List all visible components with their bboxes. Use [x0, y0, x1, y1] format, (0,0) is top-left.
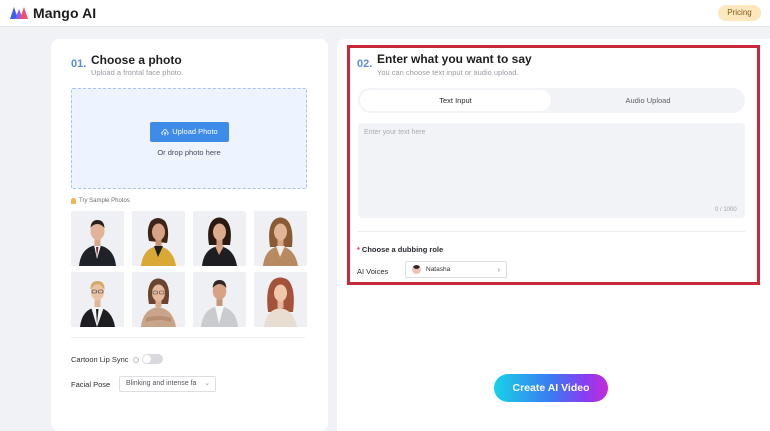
upload-photo-button[interactable]: Upload Photo — [150, 122, 229, 142]
step-number-2: 02. — [357, 58, 373, 70]
info-icon[interactable] — [132, 357, 139, 364]
lightbulb-icon — [71, 198, 76, 204]
step-number-1: 01. — [71, 58, 87, 70]
dubbing-role-label: * Choose a dubbing role — [357, 245, 444, 254]
cartoon-lip-sync-toggle[interactable] — [142, 354, 163, 364]
mango-logo-icon — [10, 7, 28, 19]
portrait-image — [254, 211, 307, 266]
sample-photo-man-grey-suit[interactable] — [193, 272, 246, 327]
section-divider — [358, 231, 745, 232]
voice-select[interactable]: Natasha › — [405, 261, 507, 278]
sample-photo-woman-white-shirt-tie[interactable] — [71, 272, 124, 327]
cloud-upload-icon — [161, 128, 169, 135]
enter-text-panel: 02. Enter what you want to say You can c… — [337, 39, 770, 431]
input-mode-tabs: Text Input Audio Upload — [358, 88, 745, 113]
cartoon-lip-sync-label: Cartoon Lip Sync — [71, 355, 139, 364]
upload-photo-label: Upload Photo — [172, 127, 218, 136]
choose-photo-panel: 01. Choose a photo Upload a frontal face… — [51, 39, 328, 431]
text-input-field[interactable] — [358, 123, 745, 218]
chevron-down-icon: ⌄ — [204, 380, 210, 387]
drop-photo-text: Or drop photo here — [157, 148, 221, 157]
sample-photo-woman-black-blazer[interactable] — [193, 211, 246, 266]
portrait-image — [193, 272, 246, 327]
portrait-image — [254, 272, 307, 327]
sample-photo-man-black-suit[interactable] — [71, 211, 124, 266]
portrait-image — [132, 211, 185, 266]
voice-name: Natasha — [426, 266, 451, 273]
facial-pose-value: Blinking and intense fa — [126, 380, 197, 387]
sample-photos-label: Try Sample Photos — [71, 198, 130, 204]
tab-text-input[interactable]: Text Input — [360, 90, 551, 111]
enter-text-title: Enter what you want to say — [377, 52, 532, 66]
facial-pose-select[interactable]: Blinking and intense fa ⌄ — [119, 376, 216, 392]
top-header: Mango AI Pricing — [0, 0, 770, 27]
portrait-image — [71, 272, 124, 327]
pricing-button[interactable]: Pricing — [718, 5, 761, 21]
required-mark: * — [357, 245, 360, 254]
portrait-image — [193, 211, 246, 266]
character-counter: 0 / 1000 — [715, 207, 737, 213]
facial-pose-label: Facial Pose — [71, 380, 111, 389]
sample-photo-woman-red-hair[interactable] — [254, 272, 307, 327]
portrait-image — [71, 211, 124, 266]
brand-name: Mango AI — [33, 5, 97, 21]
chevron-right-icon: › — [497, 265, 500, 274]
sample-photo-grid — [71, 211, 307, 327]
sample-photo-woman-brown-blazer[interactable] — [254, 211, 307, 266]
portrait-image — [132, 272, 185, 327]
sample-photo-woman-glasses-beige[interactable] — [132, 272, 185, 327]
choose-photo-title: Choose a photo — [91, 53, 182, 67]
toggle-knob — [143, 355, 151, 363]
voice-avatar — [412, 265, 421, 274]
enter-text-subtitle: You can choose text input or audio uploa… — [377, 68, 519, 77]
sample-photo-woman-yellow-blazer[interactable] — [132, 211, 185, 266]
tab-audio-upload[interactable]: Audio Upload — [553, 90, 743, 111]
create-ai-video-button[interactable]: Create AI Video — [494, 374, 608, 402]
options-divider — [71, 337, 305, 338]
brand-logo[interactable]: Mango AI — [9, 5, 96, 21]
ai-voices-label: AI Voices — [357, 267, 389, 276]
choose-photo-subtitle: Upload a frontal face photo. — [91, 68, 184, 77]
photo-drop-zone[interactable]: Upload Photo Or drop photo here — [71, 88, 307, 189]
